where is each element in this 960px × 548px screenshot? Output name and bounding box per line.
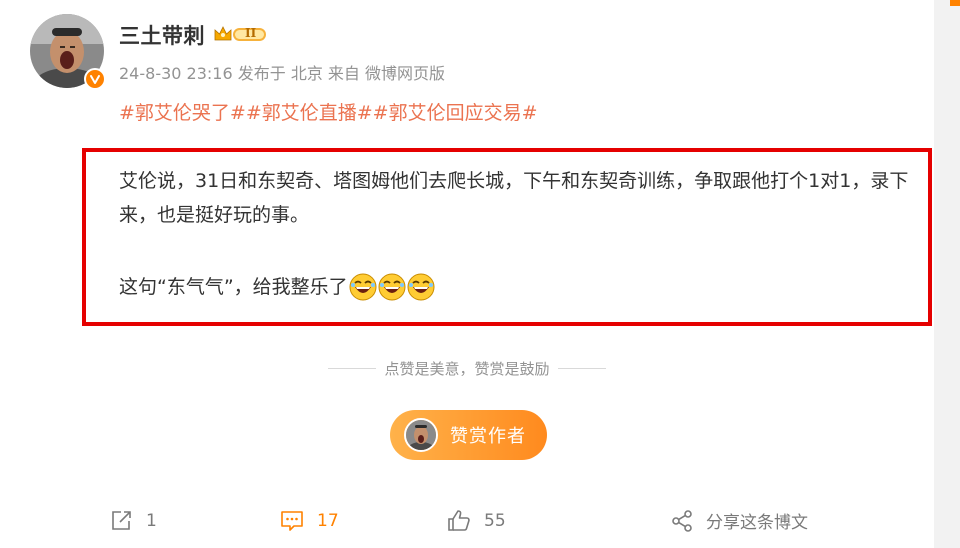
repost-icon xyxy=(112,511,131,530)
divider-right xyxy=(557,368,606,369)
comment-count: 17 xyxy=(317,511,339,531)
verified-badge-icon xyxy=(84,68,106,90)
thumbs-up-icon xyxy=(448,510,470,531)
share-label: 分享这条博文 xyxy=(706,513,808,533)
weibo-post-page: 三土带刺 II 24-8-30 23:16 发布于 北京 来自 微博网页版 #郭… xyxy=(0,0,960,548)
right-scroll-gutter[interactable] xyxy=(934,0,960,548)
laughing-emoji-icon xyxy=(407,273,435,301)
author-avatar xyxy=(404,418,438,452)
comment-icon xyxy=(281,511,303,531)
share-button[interactable]: 分享这条博文 xyxy=(670,508,808,533)
reward-encouragement: 点赞是美意，赞赏是鼓励 xyxy=(0,358,934,379)
reward-author-button[interactable]: 赞赏作者 xyxy=(390,410,547,460)
laughing-emoji-icon xyxy=(378,273,406,301)
post-meta: 24-8-30 23:16 发布于 北京 来自 微博网页版 xyxy=(119,64,445,83)
scroll-indicator xyxy=(950,0,960,6)
avatar-photo-icon xyxy=(406,420,436,450)
level-badge-label: II xyxy=(245,26,257,40)
post-text-line: 这句“东气气”，给我整乐了 xyxy=(119,276,348,298)
post-text-paragraph-2: 这句“东气气”，给我整乐了 xyxy=(119,270,435,304)
repost-button[interactable]: 1 xyxy=(108,508,157,534)
reward-button-label: 赞赏作者 xyxy=(450,426,526,447)
comment-button[interactable]: 17 xyxy=(279,508,339,534)
laughing-emoji-icon xyxy=(349,273,377,301)
post-text-paragraph-1: 艾伦说，31日和东契奇、塔图姆他们去爬长城，下午和东契奇训练，争取跟他打个1对1… xyxy=(119,170,909,226)
crown-icon xyxy=(214,26,266,41)
share-icon xyxy=(672,509,692,532)
reward-encouragement-text: 点赞是美意，赞赏是鼓励 xyxy=(384,360,550,378)
like-count: 55 xyxy=(484,511,506,531)
member-level-badge[interactable]: II xyxy=(212,23,268,45)
user-name[interactable]: 三土带刺 xyxy=(119,20,205,50)
repost-count: 1 xyxy=(146,511,157,531)
hashtag-links[interactable]: #郭艾伦哭了##郭艾伦直播##郭艾伦回应交易# xyxy=(119,98,538,125)
like-button[interactable]: 55 xyxy=(446,508,506,534)
divider-left xyxy=(328,368,377,369)
